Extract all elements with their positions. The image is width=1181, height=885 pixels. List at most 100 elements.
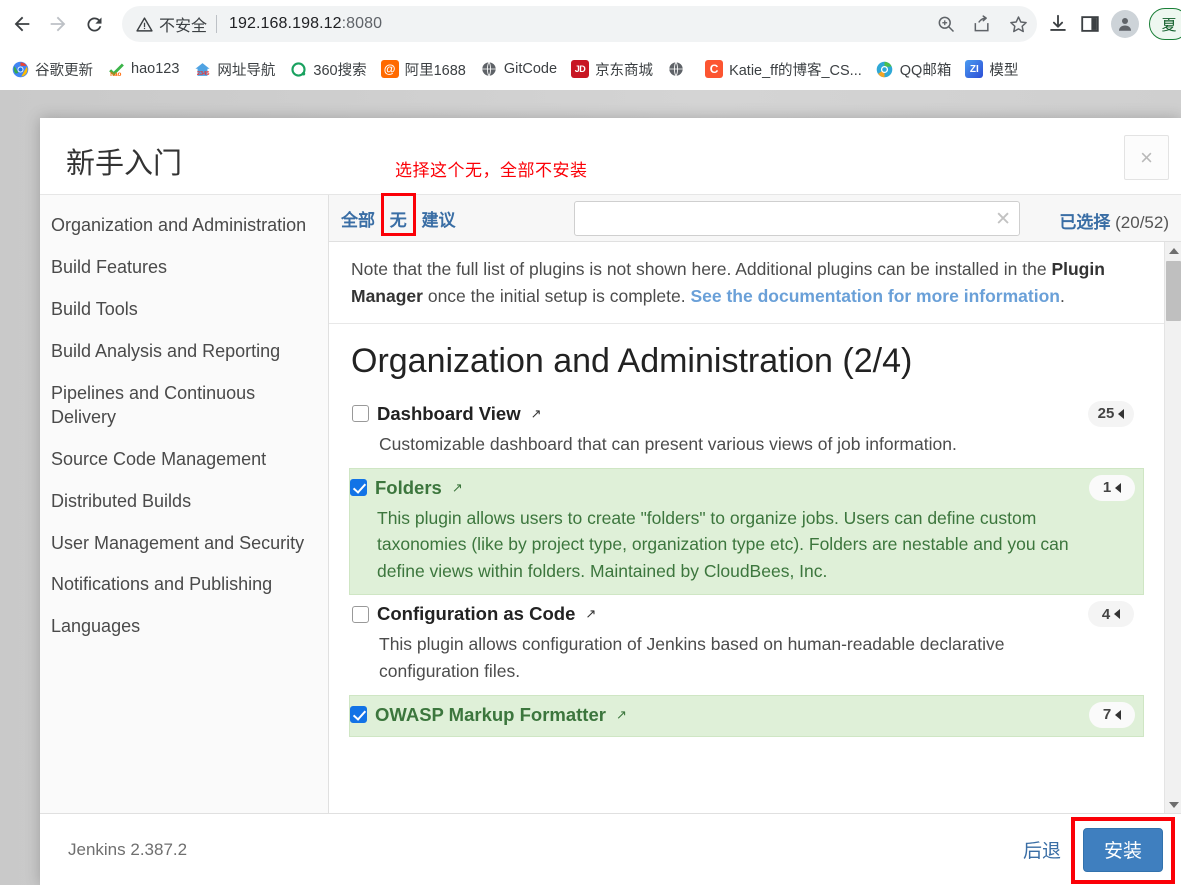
plugin-description: This plugin allows configuration of Jenk… [379, 634, 1005, 681]
side-panel-icon[interactable] [1079, 13, 1101, 35]
sidebar-item-label: Build Features [51, 256, 168, 277]
plugin-dependency-badge[interactable]: 7 [1089, 701, 1135, 728]
sidebar-item-notifications-and-publishing[interactable]: Notifications and Publishing [40, 564, 328, 606]
zoom-icon[interactable] [935, 13, 957, 35]
bookmark-label: QQ邮箱 [899, 62, 952, 79]
scrollbar-thumb[interactable] [1166, 261, 1181, 321]
plugin-checkbox[interactable] [350, 479, 367, 497]
sidebar-item-source-code-management[interactable]: Source Code Management [40, 439, 328, 481]
bookmark-item[interactable]: 2345 网址导航 [186, 54, 282, 84]
external-link-icon[interactable]: ↗ [585, 606, 596, 622]
plugin-checkbox[interactable] [352, 405, 369, 423]
back-button[interactable] [4, 6, 40, 42]
selected-count-value: (20/52) [1115, 213, 1169, 232]
filter-suggested-link[interactable]: 建议 [422, 206, 456, 231]
bookmark-label: Katie_ff的博客_CS... [729, 62, 862, 79]
sidebar-item-label: Languages [51, 616, 141, 637]
plugin-header: Dashboard View ↗ [352, 403, 1076, 425]
external-link-icon[interactable]: ↗ [531, 406, 542, 422]
omnibox-actions [935, 6, 1029, 42]
download-icon[interactable] [1047, 13, 1069, 35]
back-link[interactable]: 后退 [1023, 836, 1061, 863]
address-bar[interactable]: 不安全 192.168.198.12:8080 [122, 6, 1037, 42]
bookmark-item[interactable]: GitCode [473, 54, 564, 84]
bookmark-item[interactable]: 谷歌更新 [4, 54, 100, 84]
account-avatar-icon[interactable] [1111, 10, 1139, 38]
bookmark-item[interactable]: 360搜索 [282, 54, 373, 84]
plugin-header: Folders ↗ [350, 477, 1077, 499]
external-link-icon[interactable]: ↗ [452, 480, 463, 496]
documentation-link[interactable]: See the documentation for more informati… [690, 286, 1059, 306]
sidebar-item-build-tools[interactable]: Build Tools [40, 289, 328, 331]
chrome-icon [11, 60, 29, 78]
plugin-row[interactable]: OWASP Markup Formatter ↗ 7 [349, 694, 1144, 737]
plugins-note: Note that the full list of plugins is no… [329, 242, 1164, 324]
page-viewport: 新手入门 选择这个无，全部不安装 × Organization and Admi… [0, 90, 1181, 885]
browser-toolbar-right: 夏 [1047, 8, 1181, 40]
sidebar-item-build-features[interactable]: Build Features [40, 247, 328, 289]
sidebar-item-label: Build Tools [51, 298, 138, 319]
scroll-up-arrow-icon[interactable] [1165, 242, 1181, 259]
sidebar-item-user-management-and-security[interactable]: User Management and Security [40, 523, 328, 565]
bookmark-item[interactable]: JD 京东商城 [564, 54, 660, 84]
svg-text:2345: 2345 [197, 71, 210, 77]
sidebar-item-label: Pipelines and Continuous Delivery [51, 382, 256, 427]
omnibox-divider [216, 15, 218, 33]
sidebar-item-languages[interactable]: Languages [40, 606, 328, 648]
2345-navigation-icon: 2345 [193, 60, 211, 78]
bookmark-item[interactable]: QQ邮箱 [869, 54, 959, 84]
filter-none-link[interactable]: 无 [390, 206, 407, 231]
bookmark-item[interactable]: hao hao123 [100, 54, 186, 84]
bookmark-item[interactable]: C Katie_ff的博客_CS... [698, 54, 869, 84]
plugin-row[interactable]: Folders ↗ This plugin allows users to crea… [349, 467, 1144, 596]
sidebar-item-pipelines-and-continuous-delivery[interactable]: Pipelines and Continuous Delivery [40, 373, 328, 439]
scroll-down-arrow-icon[interactable] [1165, 796, 1181, 813]
alibaba-1688-icon: @ [380, 60, 399, 78]
reload-button[interactable] [76, 6, 112, 42]
share-icon[interactable] [971, 13, 993, 35]
plugin-dependency-count: 25 [1097, 405, 1115, 423]
plugin-checkbox[interactable] [350, 706, 367, 723]
bookmark-item[interactable]: @ 阿里1688 [374, 54, 473, 84]
bookmark-item[interactable] [660, 54, 698, 84]
zl-icon: ZI [965, 60, 984, 78]
sidebar-item-build-analysis-and-reporting[interactable]: Build Analysis and Reporting [40, 331, 328, 373]
url-text: 192.168.198.12:8080 [229, 15, 382, 33]
plugin-row[interactable]: Dashboard View ↗ Customizable dashboard th… [351, 395, 1142, 468]
clear-x-icon[interactable]: ✕ [995, 208, 1011, 231]
browser-toolbar: 不安全 192.168.198.12:8080 夏 [0, 0, 1181, 48]
plugin-search-input[interactable] [574, 201, 1020, 236]
close-icon[interactable]: × [1124, 135, 1169, 180]
bookmark-item[interactable]: ZI 模型 [958, 54, 1025, 84]
bookmark-label: 360搜索 [313, 62, 367, 79]
vertical-scrollbar[interactable] [1164, 242, 1181, 813]
filter-none-wrapper: 无 [380, 192, 416, 236]
security-warning-text: 不安全 [159, 18, 208, 35]
external-link-icon[interactable]: ↗ [616, 707, 627, 723]
svg-text:hao: hao [110, 70, 121, 77]
sidebar-item-distributed-builds[interactable]: Distributed Builds [40, 481, 328, 523]
modal-header: 新手入门 选择这个无，全部不安装 × [40, 118, 1181, 194]
plugin-dependency-badge[interactable]: 4 [1088, 601, 1134, 628]
plugin-dependency-badge[interactable]: 25 [1088, 400, 1134, 427]
install-button[interactable]: 安装 [1083, 827, 1163, 872]
install-button-wrapper: 安装 [1071, 816, 1175, 884]
sidebar-item-label: Organization and Administration [51, 215, 307, 235]
plugin-scroll-region: Note that the full list of plugins is no… [329, 242, 1181, 813]
bookmark-star-icon[interactable] [1007, 13, 1029, 35]
note-part-3: . [1059, 286, 1065, 307]
forward-button[interactable] [40, 6, 76, 42]
footer-actions: 后退 安装 [1023, 816, 1175, 884]
filter-all-link[interactable]: 全部 [341, 206, 375, 231]
plugin-dependency-badge[interactable]: 1 [1089, 474, 1135, 501]
warning-triangle-icon[interactable] [136, 16, 153, 33]
plugin-name: OWASP Markup Formatter [375, 703, 606, 725]
sidebar-item-label: User Management and Security [51, 532, 305, 553]
plugin-row[interactable]: Configuration as Code ↗ This plugin allows… [351, 595, 1142, 694]
plugin-list: Organization and Administration (2/4) Da… [329, 324, 1164, 737]
sidebar-item-organization-and-administration[interactable]: Organization and Administration [40, 205, 328, 247]
profile-chip[interactable]: 夏 [1149, 8, 1181, 40]
plugin-scroll-content: Note that the full list of plugins is no… [329, 242, 1164, 813]
plugin-checkbox[interactable] [352, 605, 369, 623]
reload-icon [86, 16, 101, 31]
